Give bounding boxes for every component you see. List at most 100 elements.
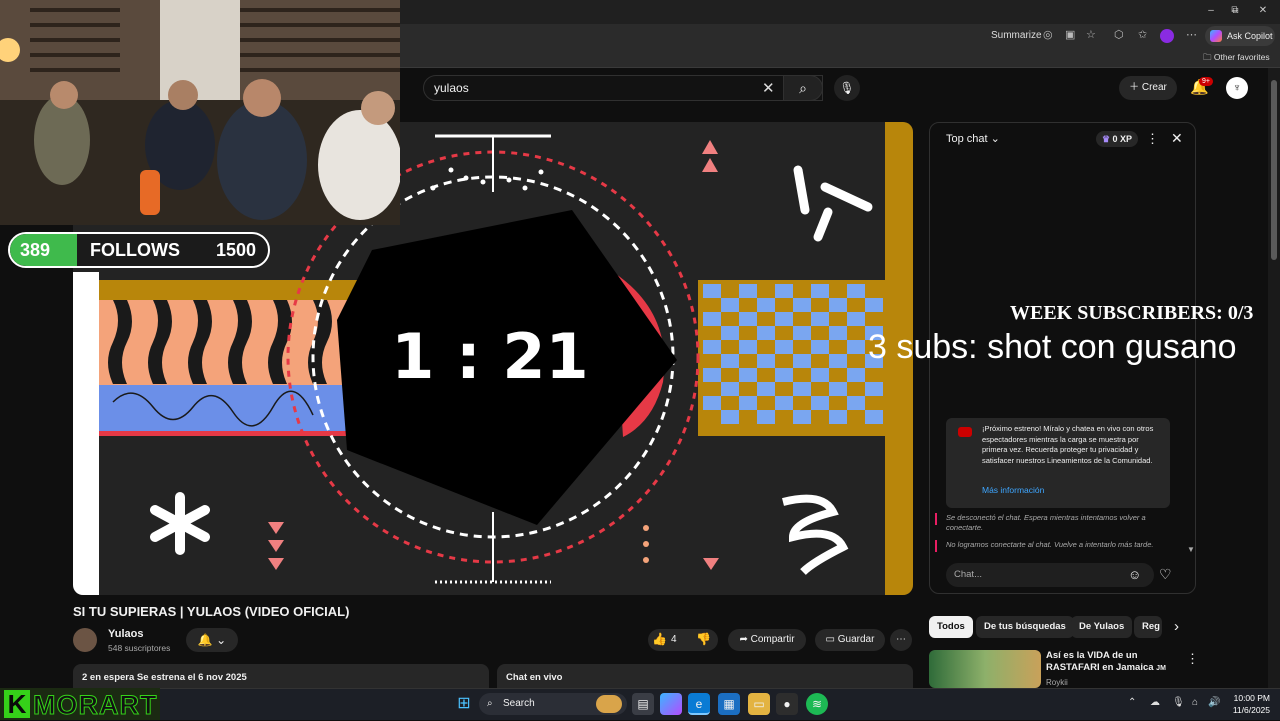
copilot-taskbar-icon[interactable] [660,693,682,715]
cloud-icon[interactable]: ☁ [1150,697,1160,708]
clear-search-icon[interactable]: ✕ [762,79,775,97]
obs-icon[interactable]: ● [776,693,798,715]
chip-all[interactable]: Todos [929,616,973,638]
checker-pattern [698,280,885,436]
webcam-overlay [0,0,400,225]
more-icon: ⋯ [896,634,906,645]
read-aloud-icon[interactable]: ◎ [1043,28,1053,41]
task-view-icon[interactable]: ▤ [632,693,654,715]
channel-subscriber-count: 548 suscriptores [108,643,171,653]
more-info-link[interactable]: Más información [982,485,1044,495]
create-label: Crear [1141,82,1167,93]
edge-browser-icon[interactable]: e [688,693,710,715]
windows-start-icon[interactable]: ⊞ [453,693,475,715]
copilot-icon [1210,30,1222,42]
other-favorites-label: Other favorites [1213,52,1270,62]
profile-icon[interactable] [1160,29,1174,43]
create-button[interactable]: ＋ Crear [1119,76,1177,100]
share-icon: ➦ [739,634,751,645]
subs-goal-overlay: 3 subs: shot con gusano [868,328,1237,366]
more-menu-icon[interactable]: ⋯ [1186,28,1197,41]
system-message-marker [935,513,937,525]
follows-goal-bar: 389 FOLLOWS 1500 [8,232,270,268]
thumbs-up-icon: 👍 [652,632,667,646]
video-title: SI TU SUPIERAS | YULAOS (VIDEO OFICIAL) [73,604,350,619]
other-favorites-folder[interactable]: 🗀 Other favorites [1203,52,1270,66]
youtube-play-icon [958,427,972,437]
channel-name[interactable]: Yulaos [108,628,143,640]
top-chat-label: Top chat [946,133,988,145]
extensions-icon[interactable]: ⬡ [1114,28,1124,41]
scrollbar-thumb[interactable] [1271,80,1277,260]
premiere-notice-text: ¡Próximo estreno! Míralo y chatea en viv… [982,424,1154,465]
week-subscribers-overlay: WEEK SUBSCRIBERS: 0/3 [1010,302,1254,324]
file-explorer-icon[interactable]: ▭ [748,693,770,715]
like-count: 4 [671,634,677,645]
search-icon: ⌕ [487,698,493,709]
save-icon: ▭ [825,634,838,645]
morart-k-logo: K [4,690,30,718]
chevron-down-icon: ⌄ [990,133,1000,145]
search-icon: ⌕ [799,80,807,96]
close-window-button[interactable]: ✕ [1248,5,1278,16]
chip-from-channel[interactable]: De Yulaos [1071,616,1133,638]
dislike-button[interactable]: 👎 [696,632,711,646]
search-button[interactable]: ⌕ [783,75,823,101]
more-actions-button[interactable]: ⋯ [890,629,912,651]
account-avatar[interactable]: ♆ [1226,77,1248,99]
chat-scroll-down-icon[interactable]: ▼ [1187,545,1195,554]
channel-avatar[interactable] [73,628,97,652]
chevron-right-icon[interactable]: › [1174,618,1179,635]
clock-date[interactable]: 11/6/2025 [1226,705,1270,715]
network-icon[interactable]: ⌂ [1192,697,1198,708]
crown-icon: ♛ [1101,134,1111,144]
maximize-button[interactable]: ⧉ [1220,5,1250,16]
copilot-label: Ask Copilot [1227,31,1273,41]
follows-goal-count: 1500 [216,240,257,260]
xp-label: 0 XP [1112,134,1133,144]
chat-input[interactable]: Chat... [946,563,1154,587]
share-label: Compartir [750,634,795,645]
like-button[interactable]: 👍 [652,632,667,646]
favorite-star-icon[interactable]: ☆ [1086,28,1096,41]
chat-options-icon[interactable]: ⋮ [1146,131,1159,147]
system-message-marker [935,540,937,552]
recommendation-title-text: Así es la VIDA de un RASTAFARI en Jamaic… [1046,650,1154,673]
widgets-icon[interactable] [596,695,622,713]
spotify-icon[interactable]: ≋ [806,693,828,715]
live-chat-header[interactable]: Chat en vivo [497,664,913,688]
save-button[interactable]: ▭ Guardar [815,629,885,651]
notification-badge: 9+ [1199,77,1213,86]
recommendation-options-icon[interactable]: ⋮ [1186,651,1199,667]
recommendation-thumbnail[interactable] [929,650,1041,688]
countdown-timer: 1 : 21 [391,320,589,393]
emoji-icon[interactable]: ☺ [1128,567,1141,582]
show-hidden-icons[interactable]: ⌃ [1128,697,1136,708]
country-tag: JM [1156,665,1166,672]
microphone-tray-icon[interactable]: 🎙 [1172,697,1185,708]
chat-system-message: Se desconectó el chat. Espera mientras i… [946,513,1146,532]
xp-badge[interactable]: ♛ 0 XP [1096,131,1138,147]
top-chat-dropdown[interactable]: Top chat ⌄ [946,132,1000,145]
taskbar-search-label: Search [503,698,535,709]
favorites-icon[interactable]: ✩ [1138,28,1147,41]
copilot-button[interactable]: Ask Copilot [1205,26,1275,46]
subscription-bell-button[interactable]: 🔔 ⌄ [186,628,238,652]
description-box[interactable]: 2 en espera Se estrena el 6 nov 2025 [73,664,489,688]
chip-from-searches[interactable]: De tus búsquedas [976,616,1074,638]
recommendation-channel: Roykii [1046,678,1068,687]
follows-current-count: 389 [20,240,51,260]
voice-search-button[interactable]: 🎙 [834,75,860,101]
summarize-button[interactable]: Summarize [991,30,1042,41]
chip-related[interactable]: Reg [1134,616,1162,638]
microphone-icon: 🎙 [839,81,855,95]
morart-logo-text: MORART [32,690,158,721]
volume-icon[interactable]: 🔊 [1208,697,1220,708]
close-chat-icon[interactable]: ✕ [1171,130,1183,147]
share-button[interactable]: ➦ Compartir [728,629,806,651]
heart-icon[interactable]: ♡ [1159,566,1172,583]
clock-time[interactable]: 10:00 PM [1226,693,1270,703]
store-icon[interactable]: ▦ [718,693,740,715]
recommendation-title[interactable]: Así es la VIDA de un RASTAFARI en Jamaic… [1046,650,1186,675]
split-screen-icon[interactable]: ▣ [1065,28,1075,41]
